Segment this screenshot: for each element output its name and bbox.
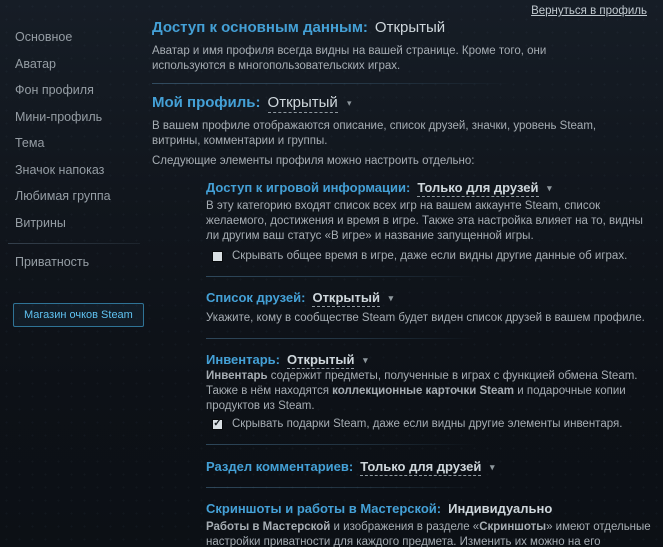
comments-privacy-dropdown[interactable]: Только для друзей ▾ [360,459,494,474]
sidebar-item-general[interactable]: Основное [0,24,150,51]
game-info-description: В эту категорию входят список всех игр н… [206,199,655,244]
sidebar-item-theme[interactable]: Тема [0,130,150,157]
hide-gifts-checkbox-label: Скрывать подарки Steam, даже если видны … [232,418,622,430]
inventory-privacy-dropdown[interactable]: Открытый ▾ [287,352,368,367]
inventory-privacy-value[interactable]: Открытый [287,352,355,369]
game-info-privacy-dropdown[interactable]: Только для друзей ▾ [417,180,551,195]
sidebar-item-privacy[interactable]: Приватность [0,249,150,276]
my-profile-title-label: Мой профиль: [152,94,261,111]
my-profile-privacy-dropdown[interactable]: Открытый ▾ [268,94,352,111]
return-to-profile-link[interactable]: Вернуться в профиль [531,5,647,17]
sidebar-item-background[interactable]: Фон профиля [0,77,150,104]
hide-playtime-checkbox-label: Скрывать общее время в игре, даже если в… [232,250,627,262]
settings-sidebar: Основное Аватар Фон профиля Мини-профиль… [0,24,150,327]
screenshots-privacy-value: Индивидуально [448,501,552,516]
game-info-privacy-value[interactable]: Только для друзей [417,180,538,197]
inventory-desc-bold: коллекционные карточки Steam [332,385,514,397]
hide-playtime-checkbox-row[interactable]: Скрывать общее время в игре, даже если в… [212,250,655,262]
inventory-desc-bold: Инвентарь [206,370,268,382]
screenshots-title-label: Скриншоты и работы в Мастерской: [206,501,441,516]
friends-list-description: Укажите, кому в сообществе Steam будет в… [206,311,655,326]
sidebar-item-favorite-group[interactable]: Любимая группа [0,183,150,210]
my-profile-description: В вашем профиле отображаются описание, с… [152,119,632,149]
chevron-down-icon: ▾ [547,183,552,193]
screenshots-desc-bold: Скриншоты [479,521,546,533]
points-shop-button[interactable]: Магазин очков Steam [13,303,144,327]
game-info-title-label: Доступ к игровой информации: [206,180,410,195]
game-info-section-title: Доступ к игровой информации: Только для … [206,180,655,195]
chevron-down-icon: ▾ [389,293,394,303]
basic-data-title-label: Доступ к основным данным: [152,19,368,36]
friends-list-section-title: Список друзей: Открытый ▾ [206,290,655,305]
my-profile-privacy-value[interactable]: Открытый [268,94,338,113]
hide-gifts-checkbox[interactable]: ✓ [212,419,223,430]
friends-list-privacy-dropdown[interactable]: Открытый ▾ [312,290,393,305]
sidebar-divider [8,243,140,244]
my-profile-section-title: Мой профиль: Открытый ▾ [152,94,655,111]
privacy-content: Вернуться в профиль Доступ к основным да… [152,0,655,547]
sidebar-item-showcases[interactable]: Витрины [0,210,150,237]
comments-title-label: Раздел комментариев: [206,459,353,474]
profile-sub-settings: Доступ к игровой информации: Только для … [206,180,655,547]
screenshots-desc-bold: Работы в Мастерской [206,521,330,533]
sidebar-item-avatar[interactable]: Аватар [0,51,150,78]
checkmark-icon: ✓ [213,419,221,429]
divider [206,338,476,339]
divider [206,487,476,488]
chevron-down-icon: ▾ [490,462,495,472]
inventory-description: Инвентарь содержит предметы, полученные … [206,369,655,414]
chevron-down-icon: ▾ [363,355,368,365]
inventory-section-title: Инвентарь: Открытый ▾ [206,352,655,367]
divider [152,83,512,84]
comments-section-title: Раздел комментариев: Только для друзей ▾ [206,459,655,474]
basic-data-section-title: Доступ к основным данным: Открытый [152,19,655,36]
friends-list-privacy-value[interactable]: Открытый [312,290,380,307]
friends-list-title-label: Список друзей: [206,290,305,305]
chevron-down-icon: ▾ [347,98,352,108]
screenshots-description: Работы в Мастерской и изображения в разд… [206,520,655,547]
screenshots-desc-text: и изображения в разделе « [330,521,479,533]
divider [206,444,476,445]
inventory-title-label: Инвентарь: [206,352,280,367]
basic-data-description: Аватар и имя профиля всегда видны на ваш… [152,44,622,74]
my-profile-note: Следующие элементы профиля можно настрои… [152,155,655,167]
basic-data-value: Открытый [375,19,445,36]
sidebar-item-miniprofile[interactable]: Мини-профиль [0,104,150,131]
sidebar-item-featured-badge[interactable]: Значок напоказ [0,157,150,184]
divider [206,276,476,277]
comments-privacy-value[interactable]: Только для друзей [360,459,481,476]
privacy-settings-page: Основное Аватар Фон профиля Мини-профиль… [0,0,663,547]
hide-playtime-checkbox[interactable] [212,251,223,262]
hide-gifts-checkbox-row[interactable]: ✓ Скрывать подарки Steam, даже если видн… [212,418,655,430]
screenshots-section-title: Скриншоты и работы в Мастерской: Индивид… [206,501,655,516]
